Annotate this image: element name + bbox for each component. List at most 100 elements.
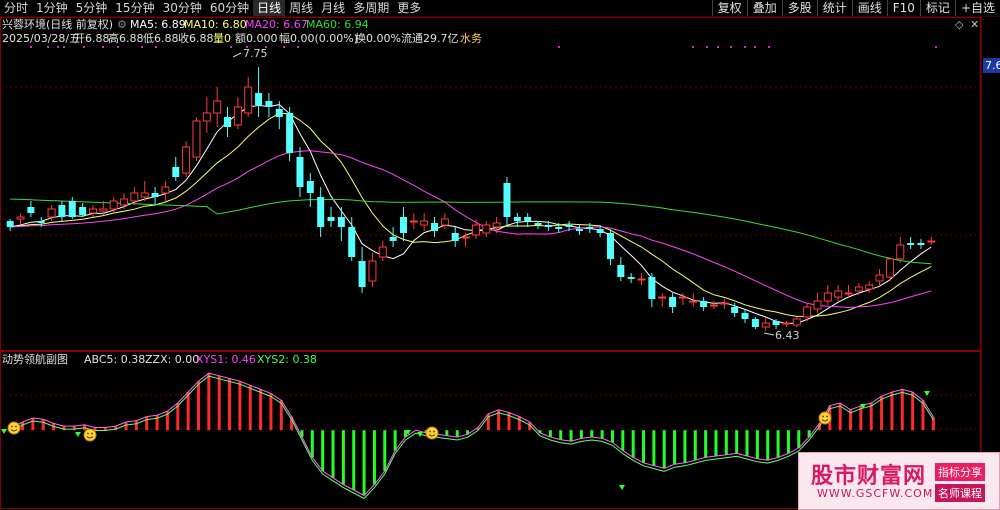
toolbar-button-7[interactable]: +自选 xyxy=(954,0,1000,16)
candle-body-87 xyxy=(907,243,915,245)
candle-body-54 xyxy=(565,225,573,227)
candle-body-55 xyxy=(575,229,583,231)
toolbar-button-4[interactable]: 画线 xyxy=(851,0,887,16)
candle-body-40 xyxy=(420,220,429,226)
dot-marker-12 xyxy=(283,46,285,48)
dot-marker-14 xyxy=(558,46,560,48)
top-toolbar: 分时 1分钟 5分钟 15分钟 30分钟 60分钟 日线 周线 月线 多周期 更多 复权 叠加 多股 统计… xyxy=(0,0,1000,17)
candle-body-76 xyxy=(792,318,801,326)
ma10-label: MA10: 6.80 xyxy=(184,18,247,31)
smiley-icon-3 xyxy=(818,411,832,425)
diamond-icon[interactable]: ◇ xyxy=(955,18,964,31)
tab-6[interactable]: 日线 xyxy=(253,0,286,16)
candle-body-7 xyxy=(79,207,87,215)
candle-body-4 xyxy=(47,208,56,218)
dot-marker-8 xyxy=(155,46,157,48)
smiley-icon-1 xyxy=(83,428,97,442)
candle-body-39 xyxy=(409,220,418,223)
kline-chart[interactable]: 兴蓉环境(日线 前复权) ⚙ MA5: 6.89 MA10: 6.80 MA20… xyxy=(0,17,1000,509)
candle-body-2 xyxy=(27,207,35,213)
candle-body-75 xyxy=(782,322,791,325)
candle-body-38 xyxy=(399,217,407,233)
candle-body-62 xyxy=(648,277,656,299)
tab-10[interactable]: 更多 xyxy=(393,0,425,16)
toolbar-button-5[interactable]: F10 xyxy=(886,0,920,16)
close-icon[interactable]: ✕ xyxy=(970,18,979,31)
candle-body-49 xyxy=(513,217,521,221)
dot-marker-18 xyxy=(730,46,732,48)
candle-body-60 xyxy=(627,277,635,279)
dot-marker-15 xyxy=(692,46,694,48)
info-volume: 量0 xyxy=(213,32,231,45)
candle-body-63 xyxy=(658,296,667,299)
ma60-line xyxy=(10,198,932,265)
candle-body-43 xyxy=(451,233,459,241)
tab-3[interactable]: 15分钟 xyxy=(111,0,158,16)
candle-body-86 xyxy=(896,244,905,260)
tab-9[interactable]: 多周期 xyxy=(349,0,393,16)
dot-marker-13 xyxy=(297,46,299,48)
top-dot-markers xyxy=(30,46,937,48)
candle-body-17 xyxy=(182,146,191,174)
toolbar-button-2[interactable]: 多股 xyxy=(781,0,817,16)
tab-4[interactable]: 30分钟 xyxy=(159,0,206,16)
dot-marker-22 xyxy=(935,46,937,48)
dot-marker-20 xyxy=(754,46,756,48)
candle-body-42 xyxy=(440,218,449,226)
tab-5[interactable]: 60分钟 xyxy=(206,0,253,16)
smiley-eye-right-0 xyxy=(15,425,17,428)
candle-body-35 xyxy=(368,260,377,282)
candle-body-57 xyxy=(596,229,604,233)
settings-icon[interactable]: ⚙ xyxy=(117,18,127,31)
dot-marker-3 xyxy=(63,46,65,48)
toolbar-button-6[interactable]: 标记 xyxy=(919,0,955,16)
candle-body-37 xyxy=(389,237,397,241)
price-axis-value: 7.6 xyxy=(985,59,1000,72)
dot-marker-5 xyxy=(102,46,104,48)
ma20-label: MA20: 6.67 xyxy=(245,18,308,31)
toolbar-button-0[interactable]: 复权 xyxy=(711,0,747,16)
right-toolbar: 复权 叠加 多股 统计 画线 F10 标记 +自选 xyxy=(711,0,1000,16)
candle-body-80 xyxy=(834,290,843,298)
toolbar-button-1[interactable]: 叠加 xyxy=(746,0,782,16)
smiley-eye-right-3 xyxy=(826,415,828,418)
candle-body-78 xyxy=(813,300,822,310)
candle-body-36 xyxy=(378,246,387,258)
candle-body-9 xyxy=(99,208,108,212)
candle-body-19 xyxy=(202,112,211,122)
candle-body-83 xyxy=(865,284,874,290)
candle-body-69 xyxy=(720,302,729,305)
ma5-label: MA5: 6.89 xyxy=(130,18,186,31)
candle-body-67 xyxy=(700,301,708,307)
candle-body-53 xyxy=(555,227,563,229)
candle-body-12 xyxy=(130,192,139,202)
candle-body-74 xyxy=(772,321,780,325)
logo-title: 股市财富网 xyxy=(811,464,927,489)
candle-body-3 xyxy=(37,221,45,223)
high-price-mark: 7.75 xyxy=(243,47,268,60)
candle-body-85 xyxy=(885,258,894,278)
toolbar-button-3[interactable]: 统计 xyxy=(816,0,852,16)
high-mark-pointer xyxy=(232,52,242,58)
tab-7[interactable]: 周线 xyxy=(285,0,317,16)
tab-1[interactable]: 1分钟 xyxy=(32,0,72,16)
info-change: 幅0.00(0.00%) xyxy=(279,32,358,45)
tab-0[interactable]: 分时 xyxy=(0,0,32,16)
tab-2[interactable]: 5分钟 xyxy=(72,0,112,16)
candle-body-45 xyxy=(471,224,480,236)
candle-body-25 xyxy=(265,101,273,107)
ma5-line xyxy=(10,104,932,324)
candle-body-46 xyxy=(482,224,491,234)
candle-body-33 xyxy=(348,227,356,257)
dot-marker-0 xyxy=(30,46,32,48)
tab-8[interactable]: 月线 xyxy=(317,0,349,16)
candle-body-61 xyxy=(637,278,646,281)
info-amount: 额0.000 xyxy=(235,32,278,45)
candle-body-15 xyxy=(161,186,170,194)
candle-body-30 xyxy=(317,197,325,227)
candle-body-66 xyxy=(689,300,698,303)
ma20-line xyxy=(10,150,932,309)
low-price-mark: 6.43 xyxy=(775,329,800,342)
candle-body-5 xyxy=(58,205,66,217)
sub-indicator-name: 动势领航副图 xyxy=(2,352,68,366)
